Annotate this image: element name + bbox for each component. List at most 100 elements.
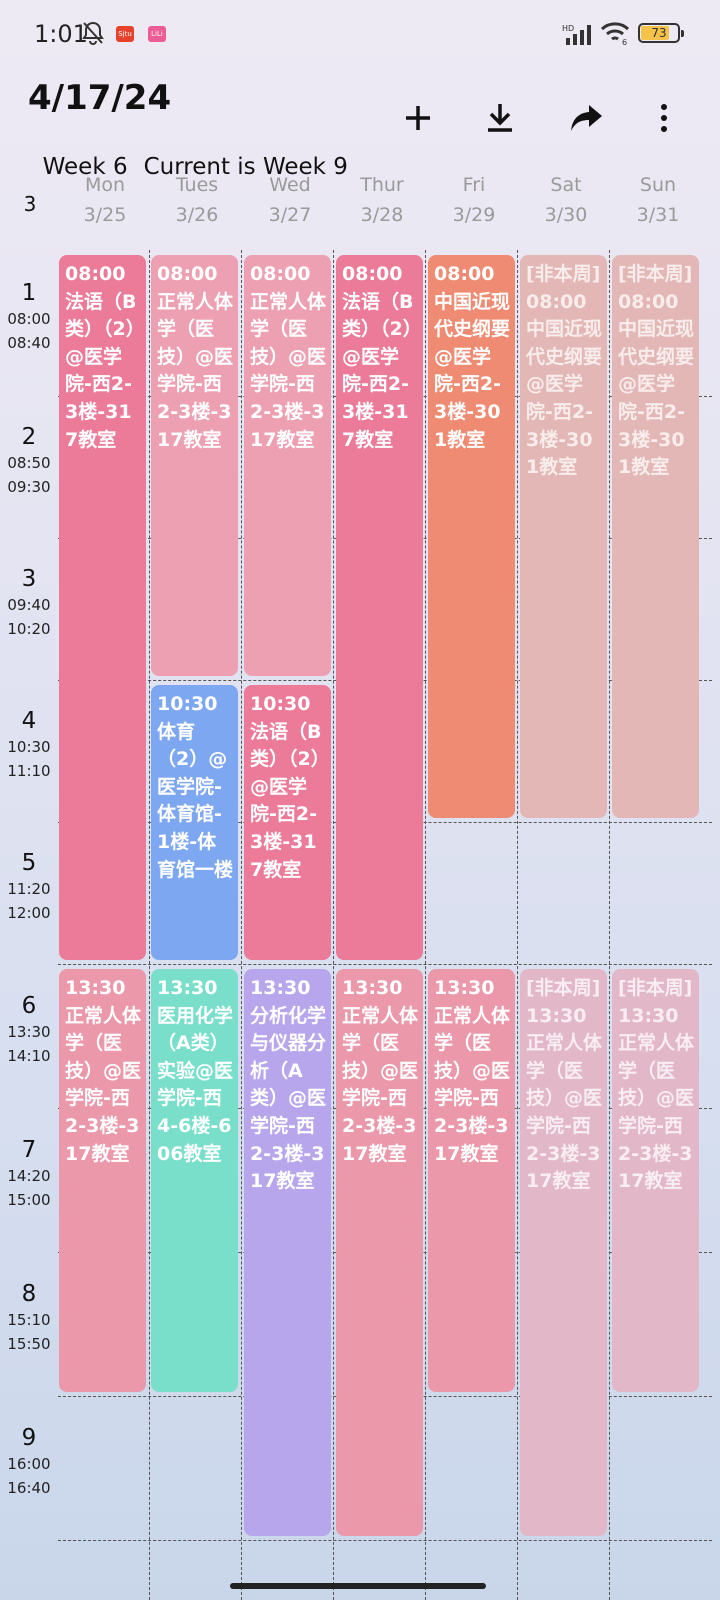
course-card[interactable]: 10:30 体育（2）@医学院-体育馆-1楼-体育馆一楼 bbox=[151, 685, 238, 960]
download-button[interactable] bbox=[478, 96, 522, 140]
app-badge-icon: LiLi bbox=[148, 26, 166, 42]
period-label: 9 16:00 16:40 bbox=[0, 1424, 58, 1500]
period-time: 08:00 bbox=[7, 310, 51, 328]
course-card[interactable]: 08:00 法语（B类）（2）@医学院-西2-3楼-317教室 bbox=[59, 255, 146, 960]
day-date: 3/25 bbox=[83, 204, 127, 226]
course-card[interactable]: 13:30 医用化学（A类）实验@医学院-西4-6楼-606教室 bbox=[151, 969, 238, 1392]
day-date: 3/29 bbox=[452, 204, 496, 226]
period-number: 1 bbox=[21, 280, 37, 306]
grid-divider bbox=[333, 250, 334, 1600]
battery-icon: 73 bbox=[638, 23, 684, 43]
day-header: Wed 3/27 bbox=[244, 174, 336, 226]
period-time: 08:40 bbox=[7, 334, 51, 352]
course-card[interactable]: 08:00 正常人体学（医技）@医学院-西2-3楼-317教室 bbox=[151, 255, 238, 676]
course-text: 10:30 体育（2）@医学院-体育馆-1楼-体育馆一楼 bbox=[157, 693, 234, 881]
course-card[interactable]: 13:30 分析化学与仪器分析（A类）@医学院-西2-3楼-317教室 bbox=[244, 969, 331, 1536]
period-label: 6 13:30 14:10 bbox=[0, 992, 58, 1068]
course-text: 08:00 法语（B类）（2）@医学院-西2-3楼-317教室 bbox=[342, 263, 414, 451]
period-label: 2 08:50 09:30 bbox=[0, 423, 58, 499]
period-label: 4 10:30 11:10 bbox=[0, 707, 58, 783]
course-text: 13:30 医用化学（A类）实验@医学院-西4-6楼-606教室 bbox=[157, 977, 234, 1165]
period-number: 8 bbox=[21, 1281, 37, 1307]
period-time: 11:10 bbox=[7, 762, 51, 780]
course-text: 08:00 中国近现代史纲要@医学院-西2-3楼-301教室 bbox=[434, 263, 511, 451]
day-header: Thur 3/28 bbox=[336, 174, 428, 226]
course-text: 13:30 正常人体学（医技）@医学院-西2-3楼-317教室 bbox=[434, 977, 511, 1165]
day-name: Mon bbox=[84, 174, 126, 196]
course-card[interactable]: 13:30 正常人体学（医技）@医学院-西2-3楼-317教室 bbox=[336, 969, 423, 1536]
course-text: 13:30 分析化学与仪器分析（A类）@医学院-西2-3楼-317教室 bbox=[250, 977, 327, 1193]
period-time: 16:40 bbox=[7, 1479, 51, 1497]
period-label: 7 14:20 15:00 bbox=[0, 1136, 58, 1212]
period-time: 11:20 bbox=[7, 880, 51, 898]
day-date: 3/26 bbox=[175, 204, 219, 226]
course-text: [非本周] 13:30 正常人体学（医技）@医学院-西2-3楼-317教室 bbox=[526, 977, 603, 1193]
page-title: 4/17/24 bbox=[28, 78, 172, 118]
course-card[interactable]: 13:30 正常人体学（医技）@医学院-西2-3楼-317教室 bbox=[428, 969, 515, 1392]
period-time: 10:30 bbox=[7, 738, 51, 756]
share-icon bbox=[571, 105, 602, 131]
period-time: 16:00 bbox=[7, 1455, 51, 1473]
day-name: Fri bbox=[462, 174, 486, 196]
period-time: 15:50 bbox=[7, 1335, 51, 1353]
grid-divider bbox=[425, 250, 426, 1600]
period-number: 5 bbox=[21, 850, 37, 876]
period-time: 09:40 bbox=[7, 596, 51, 614]
period-label: 1 08:00 08:40 bbox=[0, 279, 58, 355]
day-date: 3/30 bbox=[544, 204, 588, 226]
grid-divider bbox=[58, 964, 712, 965]
course-card[interactable]: [非本周] 08:00 中国近现代史纲要@医学院-西2-3楼-301教室 bbox=[520, 255, 607, 818]
course-card[interactable]: 08:00 正常人体学（医技）@医学院-西2-3楼-317教室 bbox=[244, 255, 331, 676]
more-vert-icon bbox=[661, 104, 667, 132]
day-name: Thur bbox=[360, 174, 404, 196]
period-time: 15:00 bbox=[7, 1191, 51, 1209]
period-number: 7 bbox=[21, 1137, 37, 1163]
more-button[interactable] bbox=[642, 96, 686, 140]
grid-divider bbox=[241, 250, 242, 1600]
wifi-icon: 6 bbox=[600, 20, 630, 47]
period-time: 14:20 bbox=[7, 1167, 51, 1185]
battery-level: 73 bbox=[651, 26, 667, 40]
status-bar: 1:01 Sjtu LiLi HD 6 73 bbox=[0, 0, 720, 66]
svg-text:HD: HD bbox=[562, 24, 574, 33]
day-date: 3/31 bbox=[636, 204, 680, 226]
course-card[interactable]: 08:00 中国近现代史纲要@医学院-西2-3楼-301教室 bbox=[428, 255, 515, 818]
day-name: Wed bbox=[269, 174, 311, 196]
period-time: 10:20 bbox=[7, 620, 51, 638]
course-text: [非本周] 13:30 正常人体学（医技）@医学院-西2-3楼-317教室 bbox=[618, 977, 695, 1193]
period-number: 3 bbox=[21, 566, 37, 592]
course-text: 08:00 正常人体学（医技）@医学院-西2-3楼-317教室 bbox=[157, 263, 234, 451]
course-text: 08:00 正常人体学（医技）@医学院-西2-3楼-317教室 bbox=[250, 263, 327, 451]
grid-divider bbox=[517, 250, 518, 1600]
grid-divider bbox=[149, 250, 150, 1600]
period-time: 15:10 bbox=[7, 1311, 51, 1329]
day-header: Tues 3/26 bbox=[151, 174, 243, 226]
period-time: 09:30 bbox=[7, 478, 51, 496]
course-text: 08:00 法语（B类）（2）@医学院-西2-3楼-317教室 bbox=[65, 263, 137, 451]
week-number: 3 bbox=[23, 192, 37, 216]
course-text: 13:30 正常人体学（医技）@医学院-西2-3楼-317教室 bbox=[65, 977, 142, 1165]
day-header: Fri 3/29 bbox=[428, 174, 520, 226]
course-card[interactable]: 08:00 法语（B类）（2）@医学院-西2-3楼-317教室 bbox=[336, 255, 423, 960]
period-label: 5 11:20 12:00 bbox=[0, 849, 58, 925]
grid-divider bbox=[58, 1540, 712, 1541]
course-card[interactable]: [非本周] 08:00 中国近现代史纲要@医学院-西2-3楼-301教室 bbox=[612, 255, 699, 818]
share-button[interactable] bbox=[564, 96, 608, 140]
grid-divider bbox=[609, 250, 610, 1600]
home-indicator[interactable] bbox=[230, 1583, 486, 1589]
download-icon bbox=[488, 104, 512, 132]
period-number: 2 bbox=[21, 424, 37, 450]
course-card[interactable]: 10:30 法语（B类）（2）@医学院-西2-3楼-317教室 bbox=[244, 685, 331, 960]
course-card[interactable]: [非本周] 13:30 正常人体学（医技）@医学院-西2-3楼-317教室 bbox=[520, 969, 607, 1536]
course-card[interactable]: 13:30 正常人体学（医技）@医学院-西2-3楼-317教室 bbox=[59, 969, 146, 1392]
mute-bell-icon bbox=[80, 20, 106, 46]
course-text: [非本周] 08:00 中国近现代史纲要@医学院-西2-3楼-301教室 bbox=[618, 263, 695, 479]
course-card[interactable]: [非本周] 13:30 正常人体学（医技）@医学院-西2-3楼-317教室 bbox=[612, 969, 699, 1392]
week-info: Week 6 Current is Week 9 bbox=[28, 128, 348, 180]
add-button[interactable] bbox=[396, 96, 440, 140]
signal-icon: HD bbox=[562, 22, 596, 46]
day-date: 3/27 bbox=[268, 204, 312, 226]
period-time: 14:10 bbox=[7, 1047, 51, 1065]
period-label: 3 09:40 10:20 bbox=[0, 565, 58, 641]
day-header: Sat 3/30 bbox=[520, 174, 612, 226]
